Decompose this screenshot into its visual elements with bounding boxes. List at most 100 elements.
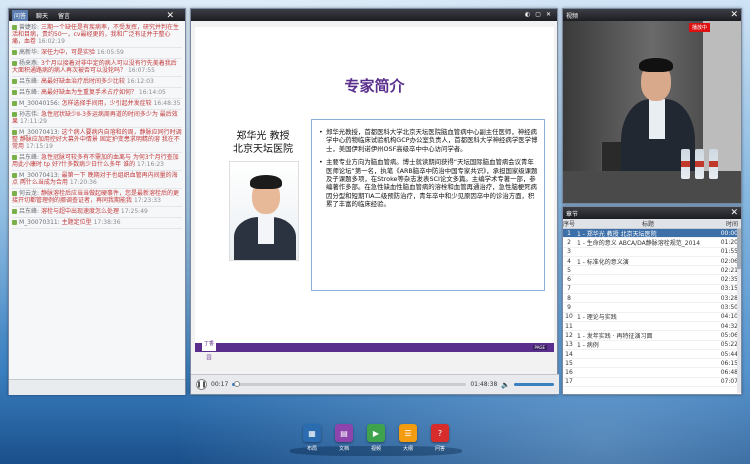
chapter-no: 5 [567, 266, 571, 274]
fullscreen-icon[interactable]: ▢ [535, 9, 541, 21]
outline-icon[interactable]: ☰ [399, 424, 417, 442]
expert-photo [229, 161, 299, 261]
dock-item-qa[interactable]: ? 问答 [426, 424, 454, 462]
chat-message: 杨来燕: 3个月以接着对非中定的病人可以没有行先美着我后大面积通路病的病人再次被… [12, 59, 182, 77]
chat-time: 17:16:23 [137, 161, 164, 168]
chapter-title: 1 - 生命的意义 ABCA/DA静脉溶栓规范_2014 [577, 239, 701, 247]
close-icon[interactable]: ✕ [730, 9, 738, 21]
chapter-no: 11 [565, 322, 573, 330]
seek-bar[interactable] [232, 381, 467, 387]
dock-item-video[interactable]: ▶ 视频 [362, 424, 390, 462]
dock-item-document[interactable]: ▤ 文档 [330, 424, 358, 462]
chapter-no: 16 [565, 369, 573, 377]
chapter-no: 2 [567, 238, 571, 246]
chapter-row[interactable]: 8 03:28 [563, 294, 741, 304]
seek-knob[interactable] [233, 381, 240, 387]
chat-message: 吕东峰: 急性冠脉可较多有不需加的血离与 为何3个月行查加用此小康时 tp 好?… [12, 153, 182, 171]
chat-input[interactable] [9, 379, 185, 395]
qa-icon[interactable]: ? [431, 424, 449, 442]
slides-header: ◐ ▢ ✕ [191, 9, 557, 21]
chapter-row[interactable]: 9 03:50 [563, 303, 741, 313]
document-icon[interactable]: ▤ [335, 424, 353, 442]
chapter-row[interactable]: 12 1 - 发年实践 · 再特征演习面 05:06 [563, 331, 741, 341]
chapter-no: 9 [567, 304, 571, 312]
user-icon [12, 155, 17, 160]
chat-time: 16:14:05 [138, 89, 166, 96]
bio-paragraph: 郑华光教授，首都医科大学北京天坛医院脑血管病中心副主任医师，神经病学中心药物临床… [319, 128, 538, 153]
layout-icon[interactable]: ▦ [303, 424, 321, 442]
col-title: 标题 [641, 221, 654, 228]
user-icon [12, 61, 17, 66]
chapter-title: 1 - 理论与实践 [577, 314, 617, 322]
chapter-row[interactable]: 6 02:35 [563, 275, 741, 285]
slide-title: 专家简介 [344, 77, 405, 95]
chat-user: M_30070413: [19, 172, 60, 179]
col-time: 时间 [725, 221, 738, 228]
user-icon [12, 112, 17, 117]
play-pause-button[interactable]: ❚❚ [196, 379, 207, 390]
brand-logo: 丁香园 [202, 337, 216, 361]
chapter-row[interactable]: 41 - 标准化的意义演 02:06 [563, 257, 741, 267]
chapter-row[interactable]: 3 01:55 [563, 248, 741, 257]
tab-messages[interactable]: 留言 [56, 10, 72, 21]
chapter-no: 14 [565, 350, 573, 358]
close-icon[interactable]: ✕ [730, 207, 738, 219]
chapter-row[interactable]: 14 05:44 [563, 350, 741, 360]
chat-message: M_30070413: 最第一下 晚期对于也组织血管再内间量的海点 两什么当成为… [12, 171, 182, 189]
chapter-row[interactable]: 16 06:48 [563, 368, 741, 378]
chat-list[interactable]: 曾婕珍: 三期一个缺任是有疾病率，不受发挥，研究并判在生活和目病，贵约50一，c… [9, 21, 185, 379]
dock-item-outline[interactable]: ☰ 大纲 [394, 424, 422, 462]
chat-text: 溶栓与超中出现速度怎么处理 [40, 208, 119, 215]
chapter-row[interactable]: 5 02:21 [563, 266, 741, 276]
chat-text: 怎样选择手间用，少引起并发症较 [61, 100, 152, 107]
chat-user: M_30070311: [19, 219, 60, 226]
chapter-row[interactable]: 7 03:15 [563, 285, 741, 295]
volume-slider[interactable] [514, 383, 554, 386]
chat-user: 何云龙: [19, 190, 40, 197]
user-icon [12, 25, 17, 30]
chapter-row[interactable]: 21 - 生命的意义 ABCA/DA静脉溶栓规范_2014 01:20 [563, 238, 741, 248]
close-icon[interactable]: ✕ [546, 9, 551, 21]
volume-icon[interactable]: 🔈 [501, 381, 510, 389]
sync-icon[interactable]: ◐ [525, 9, 530, 21]
chat-user: 吕东峰: [19, 89, 40, 96]
chat-message: 吕东峰: 溶栓与超中出现速度怎么处理 17:25:49 [12, 207, 182, 218]
tab-chat[interactable]: 聊天 [34, 10, 50, 21]
chapter-row[interactable]: 10 1 - 理论与实践 04:10 [563, 313, 741, 322]
slide: 专家简介 郑华光 教授 北京天坛医院 郑华光教授，首都医科大学北京天坛医院脑血管… [195, 27, 554, 361]
chapter-row[interactable]: 15 06:15 [563, 359, 741, 369]
chat-message: 曾婕珍: 三期一个缺任是有疾病率，不受发挥，研究并判在生活和目病，贵约50一，c… [12, 23, 182, 48]
tab-qa[interactable]: 问答 [12, 9, 29, 21]
dock-label: 大纲 [402, 446, 413, 452]
chat-time: 16:05:59 [96, 49, 124, 56]
chat-user: M_30040156: [19, 100, 60, 107]
page-label: PAGE [532, 345, 547, 350]
chapter-row[interactable]: 11 04:32 [563, 322, 741, 332]
chapter-row[interactable]: 17 07:07 [563, 378, 741, 388]
chat-tabs: 问答 聊天 留言 ✕ [9, 9, 185, 21]
dock-item-layout[interactable]: ▦ 布局 [298, 424, 326, 462]
chat-user: 吕东峰: [19, 208, 40, 215]
slide-footer: 丁香园 PAGE [195, 337, 554, 361]
video-player[interactable]: 播放中 [563, 21, 741, 203]
chat-time: 17:38:36 [93, 219, 121, 226]
video-icon[interactable]: ▶ [367, 424, 385, 442]
close-icon[interactable]: ✕ [164, 9, 176, 23]
chapter-row[interactable]: 13 1 - 病例 05:22 [563, 341, 741, 350]
chapters-scrollbar[interactable] [737, 229, 741, 393]
chat-time: 17:25:49 [120, 208, 148, 215]
chapter-no: 6 [567, 276, 571, 284]
chapters-title: 章节 [566, 210, 579, 218]
dock-label: 布局 [306, 446, 317, 452]
chapter-row[interactable]: 11 - 郑华光 教授 北京天坛医院 00:00 [563, 229, 741, 239]
chat-text: 高最好缺血治疗后时间多少比较 [40, 78, 125, 85]
user-icon [12, 101, 17, 106]
chat-text: 主题定位型 [61, 219, 92, 226]
chat-time: 16:07:55 [127, 67, 155, 74]
chapters-header: 章节 ✕ [563, 207, 741, 219]
user-icon [12, 130, 17, 135]
chapter-title: 1 - 病例 [577, 342, 599, 350]
chat-user: M_30070413: [19, 129, 60, 136]
chat-time: 16:02:19 [37, 38, 65, 45]
chat-message: M_30040156: 怎样选择手间用，少引起并发症较 16:48:35 [12, 99, 182, 110]
